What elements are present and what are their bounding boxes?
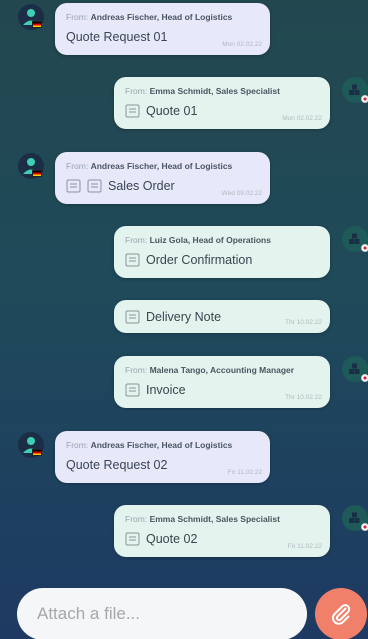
recipient-avatar[interactable] xyxy=(342,356,368,382)
message-sender: From: Emma Schmidt, Sales Specialist xyxy=(125,86,280,96)
message-bubble[interactable]: From: Emma Schmidt, Sales Specialist Quo… xyxy=(114,77,330,129)
document-icon[interactable] xyxy=(125,104,141,118)
sender-avatar[interactable] xyxy=(18,4,44,30)
paperclip-icon xyxy=(332,604,351,625)
attach-file-input[interactable] xyxy=(17,588,307,639)
document-icon[interactable] xyxy=(125,532,141,546)
message-title: Quote Request 01 xyxy=(66,30,168,44)
document-icon[interactable] xyxy=(66,179,82,193)
flag-icon xyxy=(361,523,368,531)
message-title: Delivery Note xyxy=(146,310,222,324)
message-date: Mon 02.02.22 xyxy=(282,115,322,122)
message-title: Quote 02 xyxy=(146,532,198,546)
flag-icon xyxy=(361,374,368,382)
message-date: Wed 09.02.22 xyxy=(221,190,262,197)
flag-icon xyxy=(361,244,368,252)
recipient-avatar[interactable] xyxy=(342,505,368,531)
document-icon[interactable] xyxy=(125,253,141,267)
message-sender: From: Andreas Fischer, Head of Logistics xyxy=(66,440,233,450)
message-date: Thr 10.02.22 xyxy=(285,394,322,401)
message-title: Quote Request 02 xyxy=(66,458,168,472)
sender-avatar[interactable] xyxy=(18,153,44,179)
message-date: Thr 10.02.22 xyxy=(285,319,322,326)
message-title: Order Confirmation xyxy=(146,253,253,267)
attach-button[interactable] xyxy=(315,588,367,639)
german-flag-icon xyxy=(32,449,42,456)
message-bubble[interactable]: From: Andreas Fischer, Head of Logistics… xyxy=(55,3,270,55)
flag-icon xyxy=(361,95,368,103)
message-sender: From: Andreas Fischer, Head of Logistics xyxy=(66,161,233,171)
message-date: Fri 11.02.22 xyxy=(287,543,322,550)
document-icon[interactable] xyxy=(87,179,103,193)
message-bubble[interactable]: Delivery Note Thr 10.02.22 xyxy=(114,300,330,333)
message-bubble[interactable]: From: Andreas Fischer, Head of Logistics… xyxy=(55,152,270,204)
message-sender: From: Andreas Fischer, Head of Logistics xyxy=(66,12,233,22)
message-title: Quote 01 xyxy=(146,104,198,118)
message-bubble[interactable]: From: Emma Schmidt, Sales Specialist Quo… xyxy=(114,505,330,557)
message-bubble[interactable]: From: Luiz Gola, Head of Operations Orde… xyxy=(114,226,330,278)
message-bubble[interactable]: From: Malena Tango, Accounting Manager I… xyxy=(114,356,330,408)
attach-file-field[interactable] xyxy=(17,588,307,639)
message-date: Fri 11.02.22 xyxy=(227,469,262,476)
message-title: Invoice xyxy=(146,383,186,397)
german-flag-icon xyxy=(32,21,42,28)
message-title: Sales Order xyxy=(108,179,175,193)
message-date: Mon 02.02.22 xyxy=(222,41,262,48)
message-sender: From: Emma Schmidt, Sales Specialist xyxy=(125,514,280,524)
sender-avatar[interactable] xyxy=(18,432,44,458)
german-flag-icon xyxy=(32,170,42,177)
message-bubble[interactable]: From: Andreas Fischer, Head of Logistics… xyxy=(55,431,270,483)
message-sender: From: Luiz Gola, Head of Operations xyxy=(125,235,271,245)
document-icon[interactable] xyxy=(125,383,141,397)
recipient-avatar[interactable] xyxy=(342,77,368,103)
recipient-avatar[interactable] xyxy=(342,226,368,252)
document-icon[interactable] xyxy=(125,310,141,324)
message-sender: From: Malena Tango, Accounting Manager xyxy=(125,365,295,375)
